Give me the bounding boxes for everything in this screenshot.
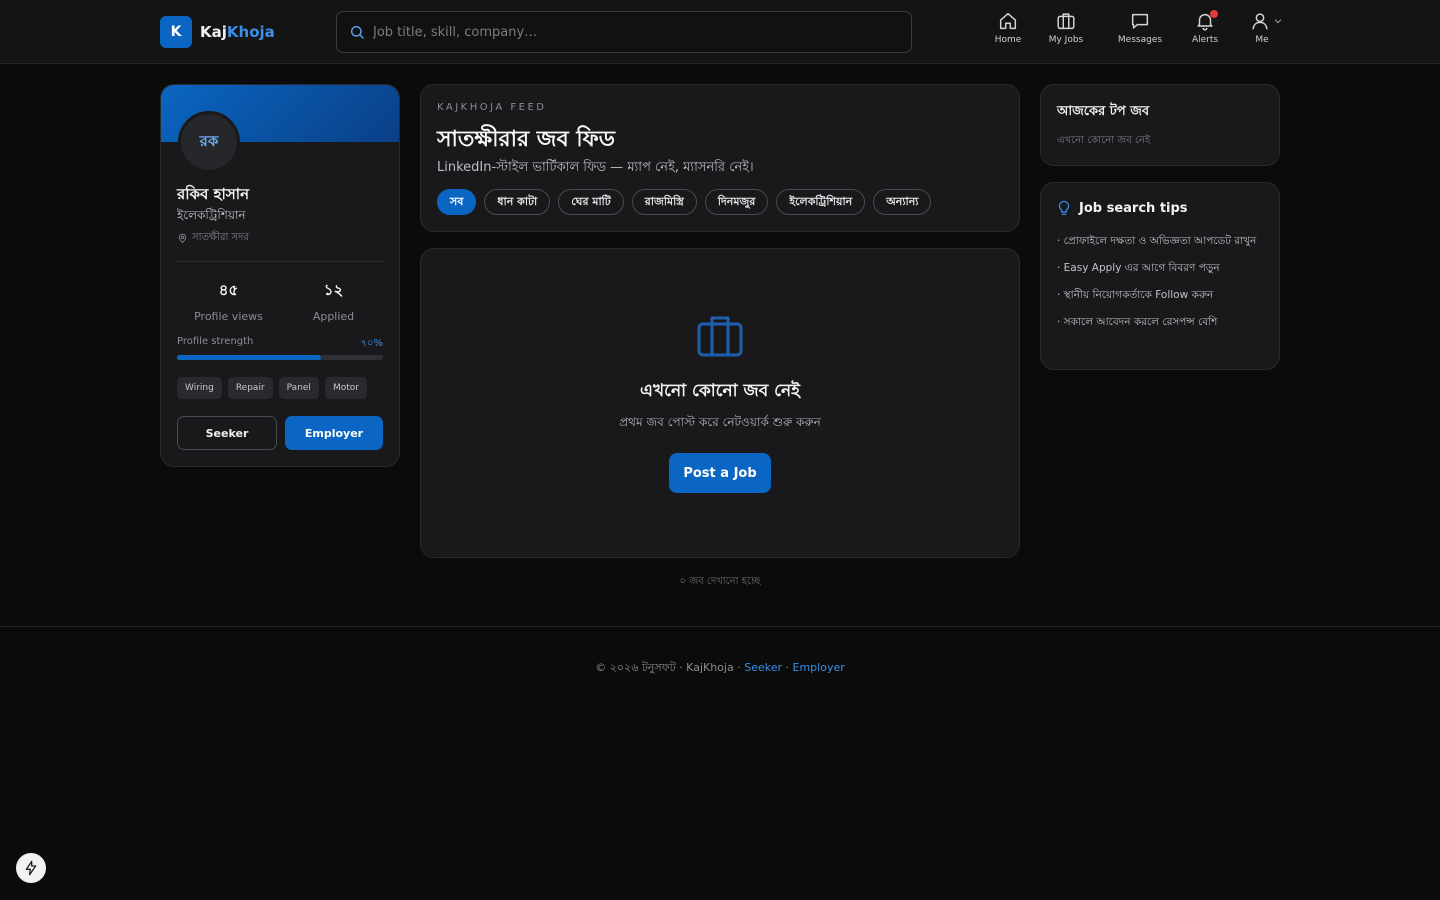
- feed-header-card: KAJKHOJA FEED সাতক্ষীরার জব ফিড LinkedIn…: [420, 84, 1020, 232]
- profile-card: রক রকিব হাসান ইলেকট্রিশিয়ান সাতক্ষীরা স…: [160, 84, 400, 467]
- nav-alerts-label: Alerts: [1191, 35, 1219, 45]
- lightbulb-icon: [1058, 200, 1070, 215]
- nav-home-label: Home: [994, 35, 1022, 45]
- top-navigation-bar: K KajKhoja Home My Jobs Messages Alerts: [0, 0, 1440, 64]
- profile-strength-label: Profile strength: [177, 336, 254, 347]
- location-pin-icon: [178, 233, 187, 244]
- message-icon: [1131, 13, 1149, 29]
- profile-strength-value: ৭০%: [360, 338, 383, 349]
- main-nav: Home My Jobs Messages Alerts Me: [980, 10, 1294, 54]
- stat-applied-label: Applied: [312, 310, 355, 323]
- page-title: সাতক্ষীরার জব ফিড: [437, 127, 615, 152]
- nav-messages-label: Messages: [1117, 35, 1163, 45]
- quick-action-button[interactable]: [16, 853, 46, 883]
- footer-divider: [0, 626, 1440, 627]
- skill-tag[interactable]: Motor: [324, 377, 367, 399]
- chevron-down-icon: [1274, 19, 1282, 24]
- skill-tag[interactable]: Panel: [278, 377, 319, 399]
- footer-link-seeker[interactable]: Seeker: [744, 661, 782, 674]
- tip-item: · প্রোফাইলে দক্ষতা ও অভিজ্ঞতা আপডেট রাখু…: [1057, 235, 1257, 247]
- chip-day-laborer[interactable]: দিনমজুর: [704, 189, 769, 215]
- search-input[interactable]: [373, 24, 893, 40]
- job-count-note: ০ জব দেখানো হচ্ছে: [679, 576, 761, 587]
- home-icon: [999, 12, 1017, 30]
- stat-profile-views-value: ৪৫: [218, 281, 239, 299]
- logo-wordmark: KajKhoja: [200, 23, 275, 41]
- nav-messages[interactable]: Messages: [1104, 10, 1176, 54]
- alerts-badge-dot: [1210, 10, 1218, 18]
- nav-my-jobs-label: My Jobs: [1048, 35, 1084, 45]
- profile-role: ইলেকট্রিশিয়ান: [177, 208, 246, 222]
- tips-list: · প্রোফাইলে দক্ষতা ও অভিজ্ঞতা আপডেট রাখু…: [1057, 231, 1265, 339]
- top-jobs-title: আজকের টপ জব: [1057, 104, 1150, 119]
- chip-harvest[interactable]: ধান কাটা: [484, 189, 551, 215]
- tips-title: Job search tips: [1079, 200, 1188, 216]
- profile-strength-bar: [177, 355, 383, 360]
- profile-name[interactable]: রকিব হাসান: [177, 183, 249, 208]
- skill-tag[interactable]: Repair: [227, 377, 273, 399]
- briefcase-icon: [697, 316, 743, 357]
- nav-me-label: Me: [1255, 35, 1269, 45]
- tip-item: · Easy Apply এর আগে বিবরণ পড়ুন: [1057, 262, 1220, 274]
- profile-divider: [177, 261, 383, 262]
- post-job-button[interactable]: Post a Job: [669, 453, 771, 493]
- logo-text-kaj: Kaj: [200, 23, 227, 41]
- brand-logo[interactable]: K KajKhoja: [160, 16, 275, 48]
- logo-text-khoja: Khoja: [226, 23, 275, 41]
- stat-applied-value: ১২: [323, 281, 344, 299]
- footer-copyright: © ২০২৬ টনুসফট · KajKhoja ·: [595, 661, 745, 674]
- profile-location: সাতক্ষীরা সদর: [177, 230, 249, 247]
- top-jobs-card: আজকের টপ জব এখনো কোনো জব নেই: [1040, 84, 1280, 166]
- avatar[interactable]: রক: [178, 111, 240, 173]
- skill-tag[interactable]: Wiring: [177, 377, 222, 399]
- chip-others[interactable]: অন্যান্য: [873, 189, 932, 215]
- chip-all[interactable]: সব: [437, 189, 477, 215]
- footer-separator: ·: [782, 661, 793, 674]
- footer: © ২০২৬ টনুসফট · KajKhoja · Seeker · Empl…: [0, 659, 1440, 678]
- profile-strength-bar-fill: [177, 355, 322, 360]
- profile-strength-row: Profile strength ৭০%: [177, 336, 383, 353]
- nav-home[interactable]: Home: [980, 10, 1036, 54]
- profile-location-text: সাতক্ষীরা সদর: [192, 232, 249, 243]
- tip-item: · সকালে আবেদন করলে রেসপন্স বেশি: [1057, 316, 1218, 328]
- nav-alerts[interactable]: Alerts: [1180, 10, 1230, 54]
- user-icon: [1252, 13, 1268, 30]
- stat-applied[interactable]: ১২ Applied: [282, 279, 385, 323]
- footer-link-employer[interactable]: Employer: [793, 661, 845, 674]
- search-box[interactable]: [336, 11, 912, 53]
- logo-badge: K: [160, 16, 192, 48]
- chip-ghere-soil[interactable]: ঘের মাটি: [558, 189, 624, 215]
- stat-profile-views-label: Profile views: [194, 310, 263, 323]
- category-filter-chips: সব ধান কাটা ঘের মাটি রাজমিস্ত্রি দিনমজুর…: [437, 189, 932, 215]
- nav-me[interactable]: Me: [1230, 10, 1294, 54]
- top-jobs-empty-text: এখনো কোনো জব নেই: [1057, 135, 1151, 146]
- feed-subtitle: LinkedIn-স্টাইল ভার্টিকাল ফিড — ম্যাপ নে…: [437, 160, 754, 175]
- feed-eyebrow: KAJKHOJA FEED: [437, 102, 547, 113]
- tips-header: Job search tips: [1057, 200, 1188, 216]
- job-tips-card: Job search tips · প্রোফাইলে দক্ষতা ও অভি…: [1040, 182, 1280, 370]
- employer-button[interactable]: Employer: [285, 416, 383, 450]
- tip-item: · স্থানীয় নিয়োগকর্তাকে Follow করুন: [1057, 289, 1214, 301]
- stat-profile-views[interactable]: ৪৫ Profile views: [177, 279, 280, 323]
- nav-my-jobs[interactable]: My Jobs: [1036, 10, 1096, 54]
- search-icon: [350, 25, 364, 39]
- chip-mason[interactable]: রাজমিস্ত্রি: [631, 189, 697, 215]
- briefcase-icon: [1057, 13, 1075, 30]
- empty-state-title: এখনো কোনো জব নেই: [640, 381, 800, 401]
- seeker-button[interactable]: Seeker: [177, 416, 277, 450]
- chip-electrician[interactable]: ইলেকট্রিশিয়ান: [776, 189, 866, 215]
- empty-state-card: এখনো কোনো জব নেই প্রথম জব পোস্ট করে নেটও…: [420, 248, 1020, 558]
- skill-tags: Wiring Repair Panel Motor: [177, 377, 367, 399]
- empty-state-subtitle: প্রথম জব পোস্ট করে নেটওয়ার্ক শুরু করুন: [619, 415, 821, 429]
- lightning-icon: [25, 860, 37, 876]
